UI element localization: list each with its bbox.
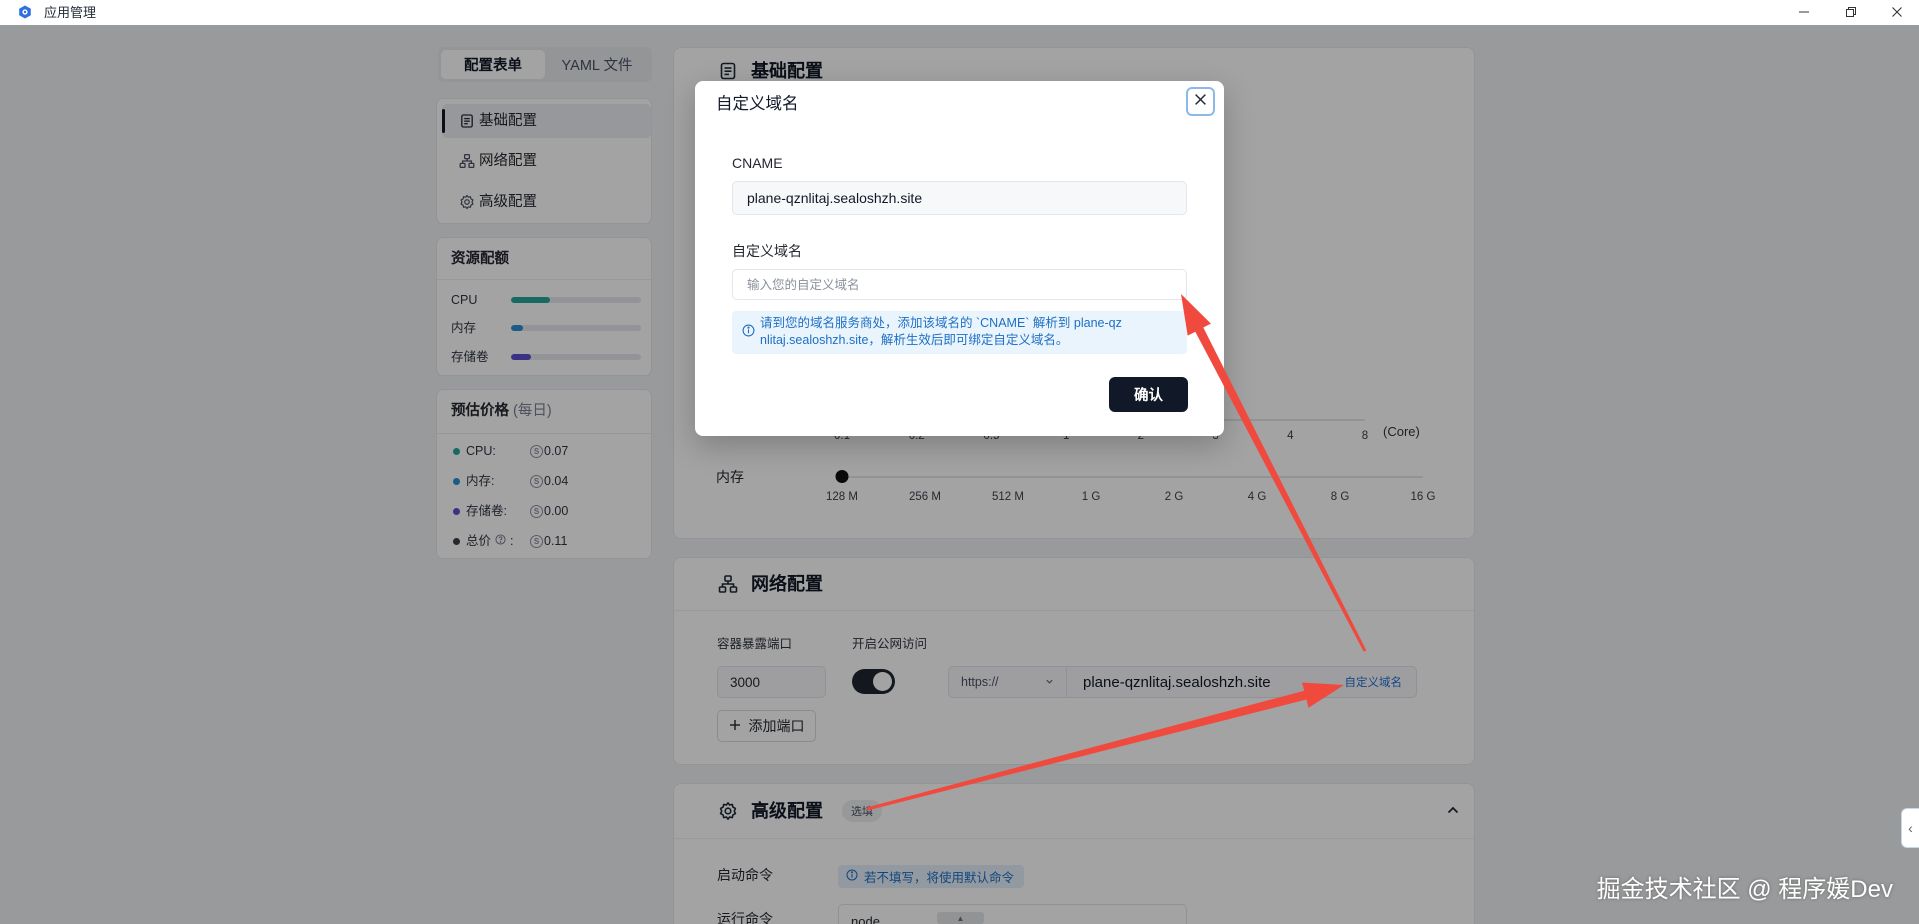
window-title: 应用管理 — [44, 5, 97, 20]
cname-hint-text: 请到您的域名服务商处，添加该域名的 `CNAME` 解析到 plane-qznl… — [760, 316, 1122, 347]
custom-domain-label: 自定义域名 — [732, 243, 802, 259]
custom-domain-dialog: 自定义域名 CNAME 自定义域名 请到您的域名服务商处，添加该域名的 `CNA… — [695, 81, 1224, 436]
close-icon — [1194, 93, 1207, 111]
dialog-close-button[interactable] — [1186, 87, 1215, 116]
custom-domain-input[interactable] — [732, 269, 1187, 300]
chevron-left-icon: ‹ — [1908, 820, 1913, 836]
title-bar: 应用管理 — [0, 0, 1919, 25]
sealos-logo-icon — [18, 5, 32, 19]
dialog-title: 自定义域名 — [716, 95, 799, 113]
app-window: 应用管理 配置表单 YAML 文件 基础配置 网络配置 高级配置 资源配额 CP… — [0, 0, 1919, 924]
restore-icon[interactable] — [1841, 2, 1861, 22]
info-icon — [742, 324, 756, 338]
confirm-button[interactable]: 确认 — [1109, 377, 1188, 412]
cname-hint-box: 请到您的域名服务商处，添加该域名的 `CNAME` 解析到 plane-qznl… — [732, 311, 1187, 354]
close-icon[interactable] — [1887, 2, 1907, 22]
minimize-icon[interactable] — [1794, 2, 1814, 22]
watermark: 掘金技术社区 @ 程序媛Dev — [1596, 876, 1893, 903]
cname-label: CNAME — [732, 155, 783, 171]
cname-input[interactable] — [732, 181, 1187, 215]
side-panel-toggle[interactable]: ‹ — [1901, 808, 1919, 848]
